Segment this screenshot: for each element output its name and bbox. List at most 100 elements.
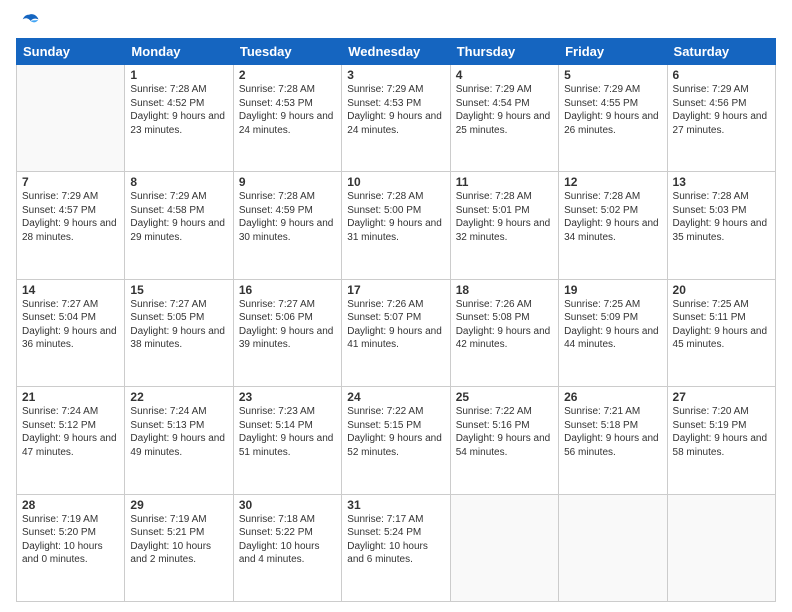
col-header-thursday: Thursday bbox=[450, 39, 558, 65]
cell-info: Sunrise: 7:28 AMSunset: 5:03 PMDaylight:… bbox=[673, 190, 770, 244]
cell-info: Sunrise: 7:19 AMSunset: 5:21 PMDaylight:… bbox=[130, 513, 227, 567]
col-header-monday: Monday bbox=[125, 39, 233, 65]
calendar-cell: 14Sunrise: 7:27 AMSunset: 5:04 PMDayligh… bbox=[17, 279, 125, 386]
calendar-page: SundayMondayTuesdayWednesdayThursdayFrid… bbox=[0, 0, 792, 612]
cell-info: Sunrise: 7:23 AMSunset: 5:14 PMDaylight:… bbox=[239, 405, 336, 459]
cell-info: Sunrise: 7:27 AMSunset: 5:06 PMDaylight:… bbox=[239, 298, 336, 352]
calendar-cell: 2Sunrise: 7:28 AMSunset: 4:53 PMDaylight… bbox=[233, 65, 341, 172]
cell-day-number: 7 bbox=[22, 175, 119, 189]
calendar-cell: 13Sunrise: 7:28 AMSunset: 5:03 PMDayligh… bbox=[667, 172, 775, 279]
calendar-cell: 4Sunrise: 7:29 AMSunset: 4:54 PMDaylight… bbox=[450, 65, 558, 172]
cell-day-number: 2 bbox=[239, 68, 336, 82]
calendar-cell: 25Sunrise: 7:22 AMSunset: 5:16 PMDayligh… bbox=[450, 387, 558, 494]
cell-day-number: 18 bbox=[456, 283, 553, 297]
calendar-cell bbox=[559, 494, 667, 601]
cell-info: Sunrise: 7:28 AMSunset: 4:53 PMDaylight:… bbox=[239, 83, 336, 137]
cell-day-number: 28 bbox=[22, 498, 119, 512]
cell-info: Sunrise: 7:21 AMSunset: 5:18 PMDaylight:… bbox=[564, 405, 661, 459]
cell-info: Sunrise: 7:29 AMSunset: 4:58 PMDaylight:… bbox=[130, 190, 227, 244]
cell-info: Sunrise: 7:20 AMSunset: 5:19 PMDaylight:… bbox=[673, 405, 770, 459]
calendar-cell: 31Sunrise: 7:17 AMSunset: 5:24 PMDayligh… bbox=[342, 494, 450, 601]
cell-day-number: 30 bbox=[239, 498, 336, 512]
calendar-cell bbox=[450, 494, 558, 601]
cell-info: Sunrise: 7:18 AMSunset: 5:22 PMDaylight:… bbox=[239, 513, 336, 567]
page-header bbox=[16, 10, 776, 32]
cell-info: Sunrise: 7:29 AMSunset: 4:56 PMDaylight:… bbox=[673, 83, 770, 137]
cell-day-number: 25 bbox=[456, 390, 553, 404]
cell-info: Sunrise: 7:17 AMSunset: 5:24 PMDaylight:… bbox=[347, 513, 444, 567]
cell-day-number: 13 bbox=[673, 175, 770, 189]
calendar-cell: 29Sunrise: 7:19 AMSunset: 5:21 PMDayligh… bbox=[125, 494, 233, 601]
cell-info: Sunrise: 7:28 AMSunset: 5:00 PMDaylight:… bbox=[347, 190, 444, 244]
col-header-tuesday: Tuesday bbox=[233, 39, 341, 65]
cell-day-number: 14 bbox=[22, 283, 119, 297]
calendar-cell: 6Sunrise: 7:29 AMSunset: 4:56 PMDaylight… bbox=[667, 65, 775, 172]
calendar-cell: 18Sunrise: 7:26 AMSunset: 5:08 PMDayligh… bbox=[450, 279, 558, 386]
cell-info: Sunrise: 7:25 AMSunset: 5:09 PMDaylight:… bbox=[564, 298, 661, 352]
cell-info: Sunrise: 7:29 AMSunset: 4:57 PMDaylight:… bbox=[22, 190, 119, 244]
cell-day-number: 23 bbox=[239, 390, 336, 404]
calendar-cell: 3Sunrise: 7:29 AMSunset: 4:53 PMDaylight… bbox=[342, 65, 450, 172]
calendar-cell: 22Sunrise: 7:24 AMSunset: 5:13 PMDayligh… bbox=[125, 387, 233, 494]
cell-info: Sunrise: 7:25 AMSunset: 5:11 PMDaylight:… bbox=[673, 298, 770, 352]
cell-day-number: 4 bbox=[456, 68, 553, 82]
col-header-friday: Friday bbox=[559, 39, 667, 65]
calendar-table: SundayMondayTuesdayWednesdayThursdayFrid… bbox=[16, 38, 776, 602]
cell-info: Sunrise: 7:28 AMSunset: 5:01 PMDaylight:… bbox=[456, 190, 553, 244]
cell-info: Sunrise: 7:22 AMSunset: 5:15 PMDaylight:… bbox=[347, 405, 444, 459]
cell-info: Sunrise: 7:29 AMSunset: 4:54 PMDaylight:… bbox=[456, 83, 553, 137]
cell-info: Sunrise: 7:24 AMSunset: 5:13 PMDaylight:… bbox=[130, 405, 227, 459]
cell-info: Sunrise: 7:26 AMSunset: 5:07 PMDaylight:… bbox=[347, 298, 444, 352]
calendar-cell: 9Sunrise: 7:28 AMSunset: 4:59 PMDaylight… bbox=[233, 172, 341, 279]
cell-info: Sunrise: 7:27 AMSunset: 5:05 PMDaylight:… bbox=[130, 298, 227, 352]
week-row-3: 14Sunrise: 7:27 AMSunset: 5:04 PMDayligh… bbox=[17, 279, 776, 386]
cell-info: Sunrise: 7:22 AMSunset: 5:16 PMDaylight:… bbox=[456, 405, 553, 459]
cell-day-number: 29 bbox=[130, 498, 227, 512]
cell-info: Sunrise: 7:24 AMSunset: 5:12 PMDaylight:… bbox=[22, 405, 119, 459]
cell-info: Sunrise: 7:26 AMSunset: 5:08 PMDaylight:… bbox=[456, 298, 553, 352]
calendar-cell bbox=[17, 65, 125, 172]
calendar-cell: 27Sunrise: 7:20 AMSunset: 5:19 PMDayligh… bbox=[667, 387, 775, 494]
col-header-sunday: Sunday bbox=[17, 39, 125, 65]
cell-day-number: 16 bbox=[239, 283, 336, 297]
logo-bird-icon bbox=[18, 10, 40, 32]
cell-day-number: 5 bbox=[564, 68, 661, 82]
cell-info: Sunrise: 7:19 AMSunset: 5:20 PMDaylight:… bbox=[22, 513, 119, 567]
cell-info: Sunrise: 7:29 AMSunset: 4:53 PMDaylight:… bbox=[347, 83, 444, 137]
cell-day-number: 20 bbox=[673, 283, 770, 297]
cell-day-number: 24 bbox=[347, 390, 444, 404]
cell-info: Sunrise: 7:28 AMSunset: 4:59 PMDaylight:… bbox=[239, 190, 336, 244]
week-row-5: 28Sunrise: 7:19 AMSunset: 5:20 PMDayligh… bbox=[17, 494, 776, 601]
cell-day-number: 22 bbox=[130, 390, 227, 404]
calendar-cell: 15Sunrise: 7:27 AMSunset: 5:05 PMDayligh… bbox=[125, 279, 233, 386]
calendar-cell: 17Sunrise: 7:26 AMSunset: 5:07 PMDayligh… bbox=[342, 279, 450, 386]
cell-day-number: 15 bbox=[130, 283, 227, 297]
calendar-cell: 11Sunrise: 7:28 AMSunset: 5:01 PMDayligh… bbox=[450, 172, 558, 279]
cell-day-number: 27 bbox=[673, 390, 770, 404]
calendar-header-row: SundayMondayTuesdayWednesdayThursdayFrid… bbox=[17, 39, 776, 65]
col-header-saturday: Saturday bbox=[667, 39, 775, 65]
cell-day-number: 6 bbox=[673, 68, 770, 82]
cell-info: Sunrise: 7:29 AMSunset: 4:55 PMDaylight:… bbox=[564, 83, 661, 137]
cell-day-number: 17 bbox=[347, 283, 444, 297]
logo bbox=[16, 10, 40, 32]
cell-info: Sunrise: 7:28 AMSunset: 4:52 PMDaylight:… bbox=[130, 83, 227, 137]
calendar-cell: 28Sunrise: 7:19 AMSunset: 5:20 PMDayligh… bbox=[17, 494, 125, 601]
calendar-cell: 21Sunrise: 7:24 AMSunset: 5:12 PMDayligh… bbox=[17, 387, 125, 494]
calendar-cell: 23Sunrise: 7:23 AMSunset: 5:14 PMDayligh… bbox=[233, 387, 341, 494]
cell-info: Sunrise: 7:27 AMSunset: 5:04 PMDaylight:… bbox=[22, 298, 119, 352]
calendar-cell: 10Sunrise: 7:28 AMSunset: 5:00 PMDayligh… bbox=[342, 172, 450, 279]
calendar-cell: 24Sunrise: 7:22 AMSunset: 5:15 PMDayligh… bbox=[342, 387, 450, 494]
calendar-cell: 20Sunrise: 7:25 AMSunset: 5:11 PMDayligh… bbox=[667, 279, 775, 386]
calendar-cell: 16Sunrise: 7:27 AMSunset: 5:06 PMDayligh… bbox=[233, 279, 341, 386]
week-row-4: 21Sunrise: 7:24 AMSunset: 5:12 PMDayligh… bbox=[17, 387, 776, 494]
cell-day-number: 8 bbox=[130, 175, 227, 189]
calendar-cell: 1Sunrise: 7:28 AMSunset: 4:52 PMDaylight… bbox=[125, 65, 233, 172]
calendar-cell: 30Sunrise: 7:18 AMSunset: 5:22 PMDayligh… bbox=[233, 494, 341, 601]
cell-day-number: 9 bbox=[239, 175, 336, 189]
cell-day-number: 31 bbox=[347, 498, 444, 512]
cell-day-number: 10 bbox=[347, 175, 444, 189]
calendar-cell: 12Sunrise: 7:28 AMSunset: 5:02 PMDayligh… bbox=[559, 172, 667, 279]
calendar-cell: 5Sunrise: 7:29 AMSunset: 4:55 PMDaylight… bbox=[559, 65, 667, 172]
cell-day-number: 11 bbox=[456, 175, 553, 189]
